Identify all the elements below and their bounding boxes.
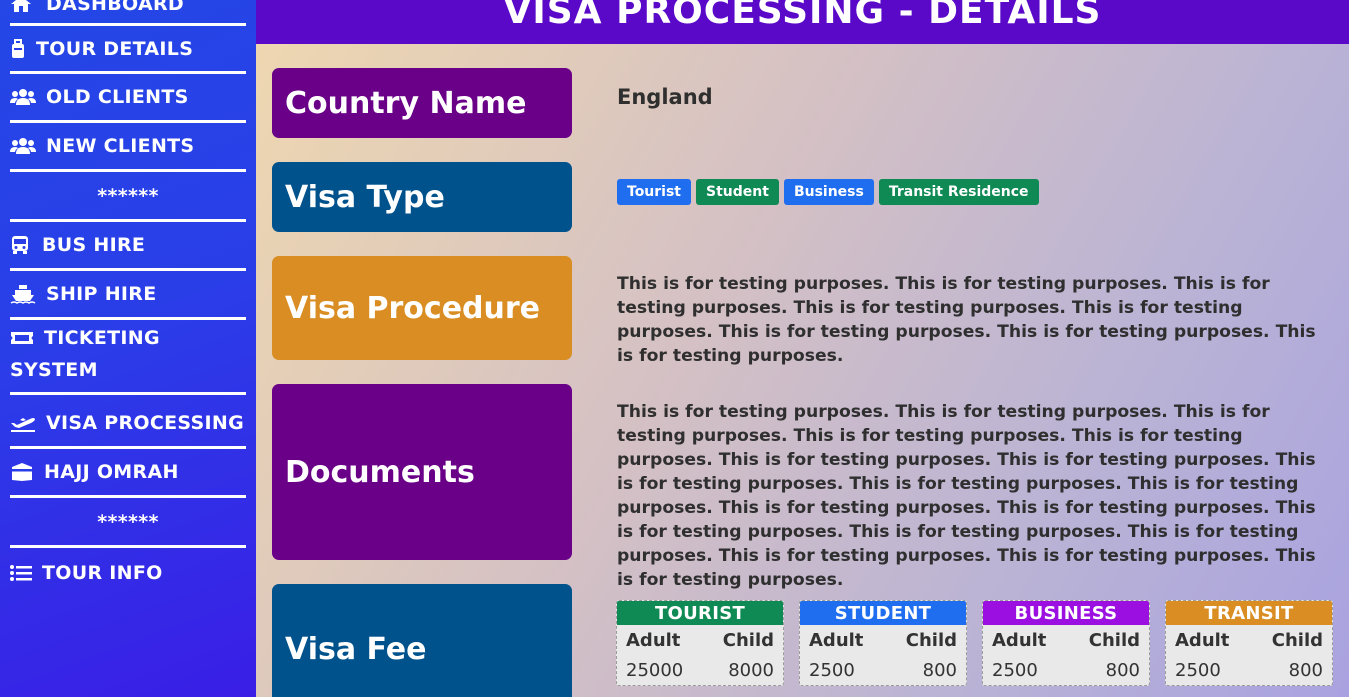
child-header: Child (905, 629, 957, 651)
fee-value-row: 2500 800 (800, 655, 966, 685)
sidebar-item-label: TICKETING (44, 327, 160, 349)
sidebar-item-label: BUS HIRE (42, 234, 146, 256)
sidebar-item-ship-hire[interactable]: SHIP HIRE (10, 271, 246, 320)
sidebar: DASHBOARD TOUR DETAILS OLD CLIENTS NEW C… (0, 0, 256, 697)
fee-header-row: Adult Child (617, 625, 783, 655)
documents-label-text: Documents (285, 454, 475, 490)
sidebar-item-label: HAJJ OMRAH (44, 461, 179, 483)
visa-type-badge: Transit Residence (878, 179, 1039, 205)
fee-card-tourist: TOURIST Adult Child 25000 8000 (616, 600, 784, 686)
adult-fee: 2500 (1175, 659, 1221, 681)
fee-header-row: Adult Child (983, 625, 1149, 655)
sidebar-item-ticketing-system[interactable]: TICKETING SYSTEM (10, 322, 246, 395)
page-header: VISA PROCESSING - DETAILS (256, 0, 1349, 44)
adult-fee: 2500 (992, 659, 1038, 681)
sidebar-item-label: VISA PROCESSING (46, 412, 244, 434)
fee-card-transit: TRANSIT Adult Child 2500 800 (1165, 600, 1333, 686)
separator-label: ****** (97, 510, 159, 533)
fee-card-title: TRANSIT (1166, 601, 1332, 625)
sidebar-item-new-clients[interactable]: NEW CLIENTS (10, 123, 246, 172)
visa-procedure-label: Visa Procedure (272, 256, 572, 360)
visa-type-label-text: Visa Type (285, 179, 445, 215)
plane-departure-icon (10, 413, 36, 433)
child-header: Child (1088, 629, 1140, 651)
visa-details-panel: Country Name England Visa Type Tourist S… (256, 44, 1349, 697)
country-name-label: Country Name (272, 68, 572, 138)
fee-header-row: Adult Child (800, 625, 966, 655)
list-icon (10, 563, 32, 583)
fee-card-title: BUSINESS (983, 601, 1149, 625)
sidebar-item-label: DASHBOARD (46, 0, 184, 15)
documents-label: Documents (272, 384, 572, 560)
ticket-icon (10, 328, 34, 348)
sidebar-item-label: TOUR INFO (42, 561, 163, 584)
home-icon (10, 0, 36, 14)
fee-card-student: STUDENT Adult Child 2500 800 (799, 600, 967, 686)
fee-value-row: 2500 800 (1166, 655, 1332, 685)
sidebar-item-dashboard[interactable]: DASHBOARD (10, 0, 246, 26)
visa-procedure-text: This is for testing purposes. This is fo… (617, 274, 1316, 366)
sidebar-separator: ****** (10, 172, 246, 222)
visa-type-label: Visa Type (272, 162, 572, 232)
sidebar-item-tour-details[interactable]: TOUR DETAILS (10, 26, 246, 74)
sidebar-item-visa-processing[interactable]: VISA PROCESSING (10, 400, 246, 449)
sidebar-item-label-line2: SYSTEM (10, 359, 98, 381)
sidebar-item-label: SHIP HIRE (46, 283, 157, 305)
adult-header: Adult (809, 629, 864, 651)
sidebar-item-bus-hire[interactable]: BUS HIRE (10, 222, 246, 271)
fee-value-row: 2500 800 (983, 655, 1149, 685)
child-fee: 800 (922, 659, 957, 681)
ship-icon (10, 284, 36, 304)
visa-procedure-label-text: Visa Procedure (285, 290, 541, 326)
sidebar-separator: ****** (10, 498, 246, 548)
adult-header: Adult (1175, 629, 1230, 651)
fee-header-row: Adult Child (1166, 625, 1332, 655)
fee-value-row: 25000 8000 (617, 655, 783, 685)
sidebar-item-tour-info[interactable]: TOUR INFO (10, 548, 246, 597)
separator-label: ****** (97, 184, 159, 207)
adult-fee: 25000 (626, 659, 684, 681)
bus-icon (10, 235, 32, 255)
sidebar-item-label: TOUR DETAILS (36, 37, 194, 60)
child-header: Child (722, 629, 774, 651)
fee-card-business: BUSINESS Adult Child 2500 800 (982, 600, 1150, 686)
documents-text: This is for testing purposes. This is fo… (617, 402, 1316, 590)
child-fee: 8000 (728, 659, 774, 681)
adult-header: Adult (992, 629, 1047, 651)
visa-fee-label-text: Visa Fee (285, 631, 427, 667)
adult-header: Adult (626, 629, 681, 651)
sidebar-item-label: NEW CLIENTS (46, 135, 195, 157)
visa-type-badge: Business (783, 179, 874, 205)
visa-type-badge: Student (696, 179, 779, 205)
visa-type-badge: Tourist (617, 179, 692, 205)
fee-card-title: TOURIST (617, 601, 783, 625)
adult-fee: 2500 (809, 659, 855, 681)
kaaba-icon (10, 462, 34, 482)
users-icon (10, 136, 36, 156)
child-fee: 800 (1288, 659, 1323, 681)
sidebar-item-old-clients[interactable]: OLD CLIENTS (10, 74, 246, 123)
visa-fee-label: Visa Fee (272, 584, 572, 697)
country-name-value: England (617, 85, 713, 109)
visa-type-badges: Tourist Student Business Transit Residen… (617, 179, 1039, 205)
users-icon (10, 87, 36, 107)
page-title: VISA PROCESSING - DETAILS (503, 0, 1102, 32)
visa-fee-cards: TOURIST Adult Child 25000 8000 STUDENT A… (616, 600, 1333, 686)
suitcase-icon (10, 38, 26, 59)
sidebar-item-hajj-omrah[interactable]: HAJJ OMRAH (10, 449, 246, 498)
child-header: Child (1271, 629, 1323, 651)
fee-card-title: STUDENT (800, 601, 966, 625)
country-name-label-text: Country Name (285, 85, 527, 121)
child-fee: 800 (1105, 659, 1140, 681)
sidebar-item-label: OLD CLIENTS (46, 86, 189, 108)
